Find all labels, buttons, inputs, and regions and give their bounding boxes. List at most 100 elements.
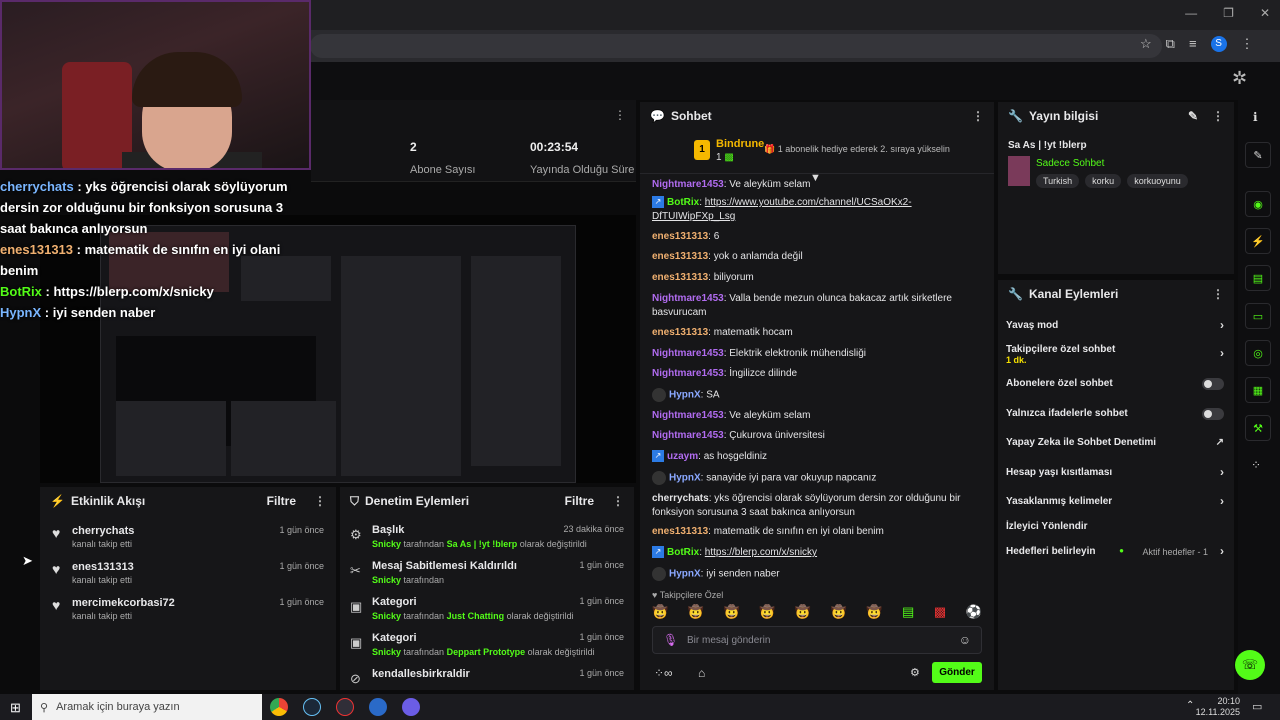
browser-menu-icon[interactable]: ⋮	[1241, 36, 1254, 52]
stream-info-menu-icon[interactable]: ⋮	[1212, 109, 1224, 123]
chat-text: 6	[713, 231, 720, 242]
info-icon[interactable]: ℹ	[1253, 110, 1258, 124]
document-icon[interactable]: ▤	[1245, 265, 1271, 291]
media-icon[interactable]: ≡	[1189, 36, 1197, 52]
category-thumbnail[interactable]	[1008, 156, 1030, 186]
mod-actor[interactable]: Snicky	[372, 575, 401, 585]
restore-icon[interactable]: ❐	[1223, 6, 1234, 20]
extensions-icon[interactable]: ⧉	[1166, 36, 1175, 52]
channel-action-row[interactable]: Yapay Zeka ile Sohbet Denetimi ↗	[1006, 437, 1224, 457]
taskbar-search[interactable]: ⚲ Aramak için buraya yazın	[32, 694, 262, 720]
chat-username[interactable]: Nightmare1453	[652, 410, 724, 421]
activity-item[interactable]: ♥ mercimekcorbasi72 kanalı takip etti 1 gün…	[40, 595, 336, 627]
activity-menu-icon[interactable]: ⋮	[314, 494, 326, 508]
mod-action-item[interactable]: ✂ Mesaj Sabitlemesi Kaldırıldı Snicky tara…	[340, 559, 634, 593]
activity-filter-button[interactable]: Filtre	[267, 494, 296, 508]
chat-username[interactable]: BotRix	[667, 547, 699, 558]
chat-menu-icon[interactable]: ⋮	[972, 109, 984, 123]
close-icon[interactable]: ✕	[1260, 6, 1270, 20]
channel-action-row[interactable]: Abonelere özel sohbet	[1006, 378, 1224, 398]
chat-username[interactable]: enes131313	[652, 251, 708, 262]
activity-item[interactable]: ♥ cherrychats kanalı takip etti 1 gün önce	[40, 523, 336, 555]
category-link[interactable]: Sadece Sohbet	[1036, 158, 1104, 169]
channel-action-row[interactable]: Yavaş mod ›	[1006, 318, 1224, 340]
channel-action-row[interactable]: İzleyici Yönlendir	[1006, 521, 1224, 541]
mod-action-item[interactable]: ▣ Kategori Snicky tarafından Deppart Proto…	[340, 631, 634, 665]
windows-start-icon[interactable]: ⊞	[10, 700, 21, 716]
notification-icon[interactable]: ▭	[1252, 700, 1262, 713]
points-icon[interactable]: ⁘∞	[654, 666, 673, 680]
address-bar[interactable]	[310, 34, 1162, 58]
chat-username[interactable]: Nightmare1453	[652, 430, 724, 441]
chat-username[interactable]: Nightmare1453	[652, 348, 724, 359]
chat-username[interactable]: Nightmare1453	[652, 293, 724, 304]
chat-link[interactable]: https://blerp.com/x/snicky	[705, 547, 817, 558]
stream-tag[interactable]: korkuoyunu	[1127, 174, 1188, 188]
chat-username[interactable]: Nightmare1453	[652, 368, 724, 379]
dots-cluster-icon[interactable]: ⁘	[1251, 458, 1261, 472]
stats-menu-icon[interactable]: ⋮	[614, 108, 626, 122]
mod-actor[interactable]: Snicky	[372, 647, 401, 657]
chat-username[interactable]: enes131313	[652, 327, 708, 338]
edit-icon[interactable]: ✎	[1188, 109, 1198, 123]
broadcast-icon[interactable]: ◎	[1245, 340, 1271, 366]
mod-action-item[interactable]: ⚙ Başlık Snicky tarafından Sa As | !yt !bl…	[340, 523, 634, 557]
chat-username[interactable]: cherrychats	[652, 493, 709, 504]
channel-action-row[interactable]: Yasaklanmış kelimeler ›	[1006, 494, 1224, 516]
layout-icon[interactable]: ▦	[1245, 377, 1271, 403]
discord-icon[interactable]	[402, 698, 420, 716]
channel-action-row[interactable]: Hedefleri belirleyin Aktif hedefler - 1 ● ›	[1006, 544, 1224, 566]
chat-username[interactable]: HypnX	[669, 569, 701, 580]
chat-username[interactable]: BotRix	[667, 197, 699, 208]
minimize-icon[interactable]: —	[1185, 6, 1197, 20]
chat-username[interactable]: enes131313	[652, 526, 708, 537]
mod-action-item[interactable]: ▣ Kategori Snicky tarafından Just Chatting…	[340, 595, 634, 629]
site-logo-icon[interactable]: ✲	[1232, 68, 1254, 90]
taskbar-clock[interactable]: 20:10 12.11.2025	[1196, 696, 1240, 718]
activity-username[interactable]: mercimekcorbasi72	[72, 597, 175, 609]
steam-icon[interactable]	[303, 698, 321, 716]
channel-action-row[interactable]: Yalnızca ifadelerle sohbet	[1006, 408, 1224, 428]
chat-username[interactable]: enes131313	[652, 272, 708, 283]
pinned-leaderboard[interactable]: 1 Bindrune 1 ▩ 🎁 1 abonelik hediye edere…	[640, 130, 994, 174]
mod-menu-icon[interactable]: ⋮	[612, 494, 624, 508]
chat-username[interactable]: HypnX	[669, 473, 701, 484]
profile-avatar[interactable]: S	[1210, 36, 1227, 52]
activity-username[interactable]: enes131313	[72, 561, 134, 573]
chat-username[interactable]: HypnX	[669, 390, 701, 401]
toggle-switch[interactable]	[1202, 408, 1224, 420]
microphone-icon[interactable]: 🎙	[663, 633, 678, 647]
edit-rail-icon[interactable]: ✎	[1245, 142, 1271, 168]
emoji-icon[interactable]: ☺	[959, 633, 971, 647]
channel-actions-menu-icon[interactable]: ⋮	[1212, 287, 1224, 301]
store-icon[interactable]: ⌂	[698, 666, 705, 680]
app-icon[interactable]	[369, 698, 387, 716]
chat-settings-icon[interactable]: ⚙	[910, 666, 920, 679]
channel-action-row[interactable]: Takipçilere özel sohbet 1 dk. ›	[1006, 344, 1224, 365]
mod-actor[interactable]: Snicky	[372, 611, 401, 621]
send-button[interactable]: Gönder	[932, 662, 982, 683]
support-icon[interactable]: ☏	[1235, 650, 1265, 680]
tray-chevron-icon[interactable]: ⌃	[1186, 700, 1194, 711]
chat-rail-icon[interactable]: ▭	[1245, 303, 1271, 329]
chat-username[interactable]: enes131313	[652, 231, 708, 242]
tools-icon[interactable]: ⚒	[1245, 415, 1271, 441]
chrome-icon[interactable]	[270, 698, 288, 716]
chat-username[interactable]: Nightmare1453	[652, 179, 724, 190]
mod-filter-button[interactable]: Filtre	[565, 494, 594, 508]
channel-action-row[interactable]: Hesap yaşı kısıtlaması ›	[1006, 465, 1224, 487]
stream-tag[interactable]: Turkish	[1036, 174, 1080, 188]
capture-icon[interactable]: ◉	[1245, 191, 1271, 217]
chat-username[interactable]: uzaym	[667, 451, 698, 462]
mod-actor[interactable]: Snicky	[372, 539, 401, 549]
bolt-icon[interactable]: ⚡	[1245, 228, 1271, 254]
obs-icon[interactable]	[336, 698, 354, 716]
emote-row[interactable]: 🤠 🤠 🤠 🤠 🤠 🤠 🤠 ▤ ▩ ⚽	[652, 604, 982, 622]
chat-input[interactable]: 🎙 Bir mesaj gönderin ☺	[652, 626, 982, 654]
toggle-switch[interactable]	[1202, 378, 1224, 390]
mod-action-item[interactable]: ⊘ kendallesbirkraldir 1 gün önce	[340, 667, 634, 690]
stream-tag[interactable]: korku	[1085, 174, 1122, 188]
activity-username[interactable]: cherrychats	[72, 525, 134, 537]
bookmark-star-icon[interactable]: ☆	[1140, 36, 1152, 52]
activity-item[interactable]: ♥ enes131313 kanalı takip etti 1 gün önce	[40, 559, 336, 591]
